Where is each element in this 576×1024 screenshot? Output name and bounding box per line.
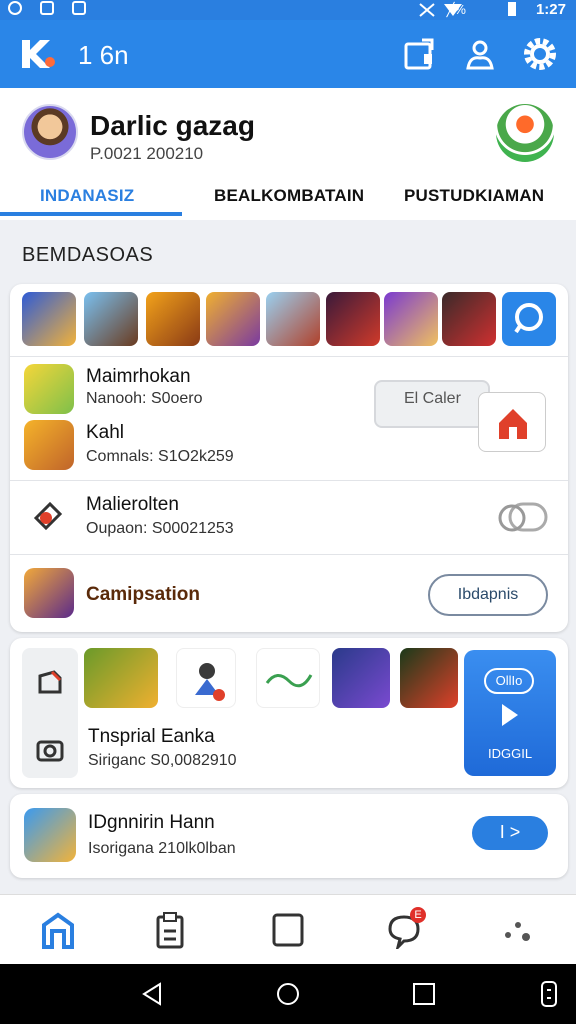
game-thumb-1[interactable] [22,292,76,346]
gear-app-icon[interactable] [24,420,74,470]
n-app-icon [40,1,54,15]
user-icon[interactable] [462,36,498,72]
divider [10,554,568,555]
bottom-nav: E [0,894,576,964]
item-subtitle: Nanooh: S0oero [86,390,203,407]
item-title: Kahl [86,422,125,443]
app-title: 1 6n [78,40,129,70]
game-thumb-c[interactable] [256,648,320,708]
games-card: Maimrhokan Nanooh: S0oero Kahl Comnals: … [10,284,568,632]
play-tile-pill: OllIo [484,668,534,694]
profile-id: P.0021 200210 [90,144,204,163]
recents-icon[interactable] [412,982,436,1006]
home-nav-icon[interactable] [40,911,76,949]
item-subtitle: Siriganc S0,0082910 [88,752,237,769]
game-thumb-6[interactable] [326,292,380,346]
game-thumb-5[interactable] [266,292,320,346]
item-title: Malierolten [86,494,179,515]
tab-pustudkiaman[interactable]: PUSTUDKIAMAN [404,186,544,206]
item-title: IDgnnirin Hann [88,812,215,833]
home-circle-icon[interactable] [276,982,300,1006]
notification-icon [72,1,86,15]
folder-share-icon[interactable] [402,36,438,72]
profile-header: Darlic gazag P.0021 200210 INDANASIZ BEA… [0,88,576,220]
game-thumb-8[interactable] [442,292,496,346]
tab-bealkombatain[interactable]: BEALKOMBATAIN [214,186,364,206]
game-thumb-d[interactable] [332,648,390,708]
divider [10,356,568,357]
game-thumb-e[interactable] [400,648,458,708]
game-thumb-b[interactable] [176,648,236,708]
item-title: Camipsation [86,584,201,605]
side-actions [22,648,78,778]
divider [10,480,568,481]
tag-icon [33,501,63,531]
app-bar: 1 6n [0,20,576,88]
item-title: Maimrhokan [86,366,191,387]
play-tile[interactable]: OllIo IDGGIL [464,650,556,776]
app-logo-icon[interactable] [18,36,58,72]
edit-icon[interactable] [34,666,66,698]
action-button[interactable]: Ibdapnis [428,574,548,616]
tab-indanasiz[interactable]: INDANASIZ [40,186,134,206]
hero-app-icon[interactable] [24,568,74,618]
section-title: BEMDASOAS [22,244,154,266]
camera-icon[interactable] [34,734,66,766]
status-bar: ╱% 1:27 [0,0,576,20]
home-button[interactable] [478,392,546,452]
hero-app-icon[interactable] [24,808,76,862]
home-icon [499,409,527,439]
game-thumb-a[interactable] [84,648,158,708]
game-thumb-7[interactable] [384,292,438,346]
item-subtitle: Oupaon: S00021253 [86,520,234,537]
item-title: Tnsprial Eanka [88,726,215,747]
back-icon[interactable] [140,982,164,1006]
item-subtitle: Isorigana 210lk0lban [88,840,236,857]
game-thumb-4[interactable] [206,292,260,346]
search-button[interactable] [502,292,556,346]
avatar[interactable] [22,104,78,160]
system-nav-bar [0,964,576,1024]
logo-script-icon [265,674,313,688]
battery-text: ╱% [446,2,466,17]
play-icon [502,704,518,726]
ninja-icon [195,663,225,701]
keyboard-icon[interactable] [540,980,558,1008]
game-thumb-3[interactable] [146,292,200,346]
cube-app-icon[interactable] [24,364,74,414]
sync-icon [8,1,22,15]
clock: 1:27 [535,1,566,18]
battery-icon [508,2,516,16]
level-badge-icon[interactable] [496,104,554,162]
overlay-button[interactable]: El Caler [374,380,490,428]
square-nav-icon[interactable] [270,911,306,949]
game-thumb-2[interactable] [84,292,138,346]
search-icon [514,303,543,334]
toggle-link-icon[interactable] [490,498,550,538]
more-dots-icon[interactable] [500,911,536,949]
next-button[interactable]: I > [472,816,548,850]
profile-name: Darlic gazag [90,110,255,141]
clipboard-icon[interactable] [152,911,188,949]
featured-card: Tnsprial Eanka Siriganc S0,0082910 OllIo… [10,638,568,788]
notification-badge: E [410,907,426,923]
settings-gear-icon[interactable] [522,36,558,72]
item-subtitle: Comnals: S1O2k259 [86,448,234,465]
tab-active-indicator [0,212,182,216]
play-tile-label: IDGGIL [488,746,533,761]
bottom-card: IDgnnirin Hann Isorigana 210lk0lban I > [10,794,568,878]
